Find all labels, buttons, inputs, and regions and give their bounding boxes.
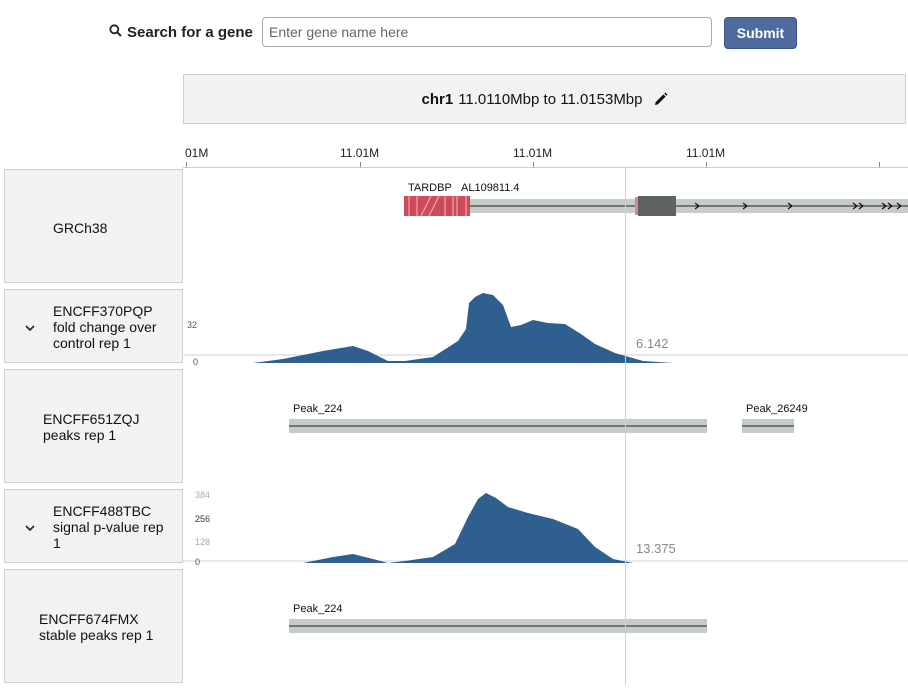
peak-label[interactable]: Peak_224 (293, 603, 343, 615)
coordinate-range: 11.0110Mbp to 11.0153Mbp (458, 90, 643, 108)
submit-button[interactable]: Submit (724, 17, 797, 49)
gene-search-input[interactable] (262, 17, 712, 47)
track-label-line: 1 (53, 535, 61, 551)
scale-label: 128 (195, 537, 210, 547)
signal-area (303, 493, 908, 563)
axis-line (183, 167, 908, 168)
search-label-text: Search for a gene (127, 24, 253, 41)
position-cursor-line (625, 168, 626, 685)
signal-track-fold-change[interactable]: 32 0 6.142 (183, 289, 908, 365)
scale-label: 256 (195, 514, 210, 524)
track-label-grch38[interactable]: GRCh38 (4, 169, 183, 283)
track-label-line: ENCFF651ZQJ (43, 411, 140, 427)
track-label-line: ENCFF370PQP (53, 303, 153, 319)
coordinate-display[interactable]: chr1 11.0110Mbp to 11.0153Mbp (183, 74, 906, 124)
pencil-icon[interactable] (653, 92, 668, 107)
peak-label[interactable]: Peak_26249 (746, 403, 808, 415)
chevron-down-icon[interactable] (25, 319, 35, 335)
track-label-line: ENCFF674FMX (39, 611, 139, 627)
chevron-down-icon[interactable] (25, 519, 35, 535)
track-label-encff674fmx[interactable]: ENCFF674FMX stable peaks rep 1 (4, 569, 183, 683)
gene-search-bar: Search for a gene Submit (0, 17, 908, 49)
scale-label: 0 (193, 357, 198, 365)
track-label-encff370pqp[interactable]: ENCFF370PQP fold change over control rep… (4, 289, 183, 363)
track-label-line: stable peaks rep 1 (39, 627, 154, 643)
scale-label: 0 (195, 557, 200, 565)
track-label-line: GRCh38 (53, 220, 108, 236)
track-label-encff651zqj[interactable]: ENCFF651ZQJ peaks rep 1 (4, 369, 183, 483)
track-label-encff488tbc[interactable]: ENCFF488TBC signal p-value rep 1 (4, 489, 183, 563)
signal-track-pvalue[interactable]: 384 256 128 0 13.375 (183, 489, 908, 565)
signal-area (253, 293, 908, 363)
hover-value-readout: 13.375 (636, 541, 676, 556)
peak-label[interactable]: Peak_224 (293, 403, 343, 415)
track-label-line: control rep 1 (53, 335, 131, 351)
gene-exon-block[interactable] (638, 196, 676, 216)
track-label-line: ENCFF488TBC (53, 503, 152, 519)
axis-tick-label: 01M (185, 146, 209, 160)
peaks-track[interactable]: Peak_224 Peak_26249 (183, 369, 908, 483)
track-label-line: fold change over (53, 319, 157, 335)
coordinate-axis: 01M 11.01M 11.01M 11.01M (183, 140, 908, 168)
track-label-line: peaks rep 1 (43, 427, 117, 443)
hover-value-readout: 6.142 (636, 336, 669, 351)
chromosome-name: chr1 (421, 90, 454, 108)
stable-peaks-track[interactable]: Peak_224 (183, 569, 908, 683)
search-label: Search for a gene (109, 24, 253, 41)
axis-tick-label: 11.01M (513, 146, 553, 160)
scale-label: 32 (187, 320, 197, 330)
track-label-line: signal p-value rep (53, 519, 164, 535)
gene-label[interactable]: TARDBP (408, 182, 452, 194)
gene-annotation-track[interactable]: TARDBP AL109811.4 (183, 169, 908, 283)
axis-tick-label: 11.01M (686, 146, 726, 160)
axis-tick-label: 11.01M (340, 146, 380, 160)
scale-label: 384 (195, 490, 210, 500)
search-icon (109, 24, 122, 41)
gene-label[interactable]: AL109811.4 (461, 182, 520, 194)
